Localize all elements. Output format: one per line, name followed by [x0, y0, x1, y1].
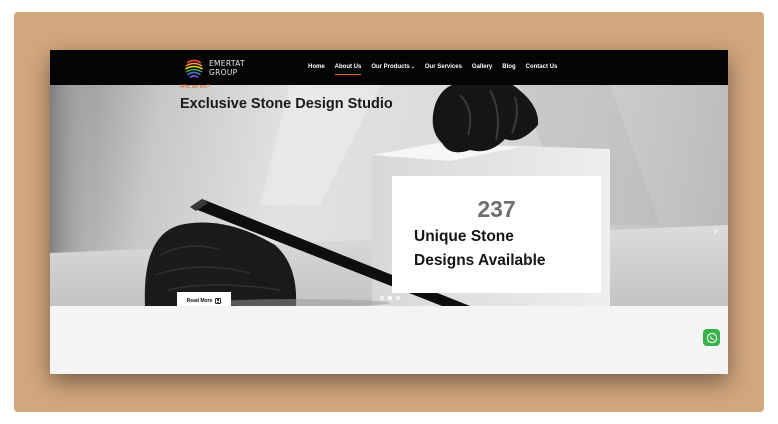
slider-dot-3[interactable] — [396, 296, 400, 300]
rainbow-sphere-logo-icon — [185, 59, 203, 79]
document-icon — [215, 297, 222, 304]
nav-item-our-products-label: Our Products — [371, 64, 410, 70]
nav-item-blog[interactable]: Blog — [502, 63, 515, 75]
read-more-label: Read More — [186, 297, 213, 304]
nav-item-home[interactable]: Home — [308, 63, 325, 75]
stat-caption-line-1: Unique Stone — [414, 228, 514, 245]
nav-item-about-us[interactable]: About Us — [334, 63, 362, 75]
slider-dots — [380, 296, 400, 300]
hero-slider: 237 Unique Stone Designs Available › — [50, 85, 728, 306]
slider-dot-2[interactable] — [388, 296, 392, 300]
brand-line-2: GROUP — [209, 68, 238, 77]
chevron-right-icon[interactable]: › — [713, 225, 725, 239]
brand-logo[interactable]: EMERTAT GROUP — [183, 57, 263, 79]
hero-background-image — [50, 85, 728, 306]
stat-number: 237 — [477, 196, 516, 222]
brand-line-1: EMERTAT — [209, 59, 245, 68]
brand-wordmark: EMERTAT GROUP — [209, 59, 265, 77]
stat-caption-line-2: Designs Available — [414, 252, 546, 269]
nav-item-our-services[interactable]: Our Services — [425, 63, 462, 75]
chevron-down-icon: ⌄ — [410, 64, 415, 70]
main-nav: Home About Us Our Products⌄ Our Services… — [308, 63, 567, 75]
nav-item-our-products[interactable]: Our Products⌄ — [371, 63, 415, 75]
whatsapp-chat-button[interactable] — [703, 329, 720, 346]
nav-item-gallery[interactable]: Gallery — [472, 63, 492, 75]
whatsapp-icon — [706, 332, 717, 343]
section-title: Exclusive Stone Design Studio — [180, 96, 393, 112]
browser-page: EMERTAT GROUP Home About Us Our Products… — [50, 50, 728, 374]
about-section — [50, 306, 728, 374]
section-eyebrow: Who we are? — [180, 84, 210, 90]
nav-item-contact-us[interactable]: Contact Us — [526, 63, 558, 75]
stat-card: 237 Unique Stone Designs Available — [392, 176, 601, 293]
slider-dot-1[interactable] — [380, 296, 384, 300]
navbar: EMERTAT GROUP Home About Us Our Products… — [50, 50, 728, 85]
